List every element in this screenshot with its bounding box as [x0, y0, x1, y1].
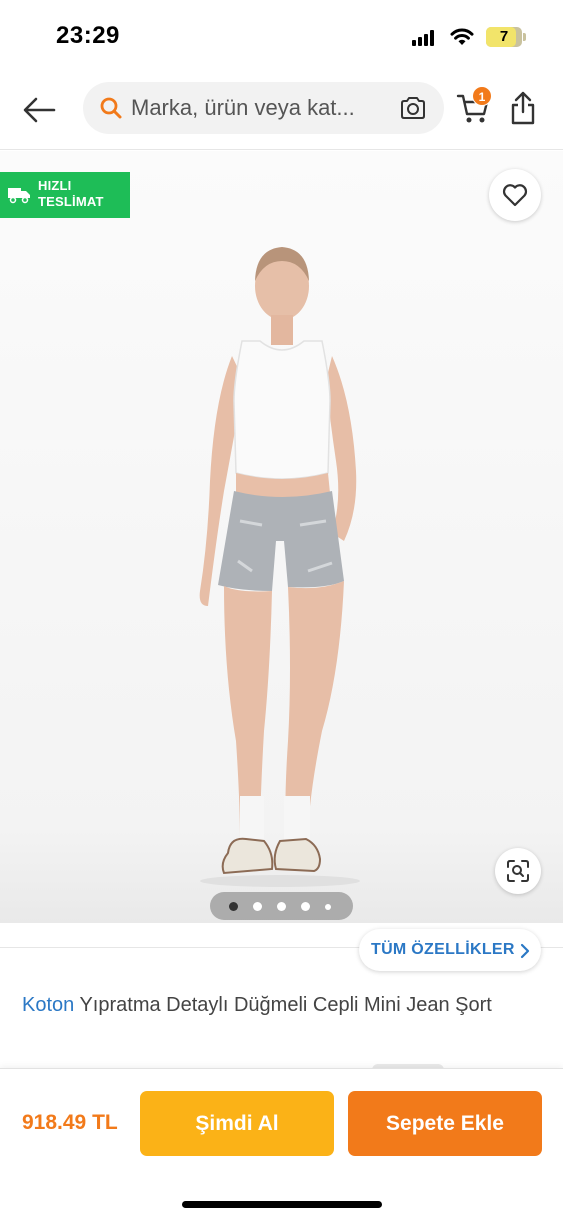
pagination-dot[interactable]	[325, 903, 331, 910]
heart-icon	[502, 184, 528, 207]
all-features-button[interactable]: TÜM ÖZELLİKLER	[359, 929, 541, 971]
search-icon	[100, 97, 122, 119]
pagination-dot[interactable]	[277, 902, 286, 911]
product-name: Yıpratma Detaylı Düğmeli Cepli Mini Jean…	[79, 994, 492, 1016]
favorite-button[interactable]	[489, 169, 541, 221]
share-icon	[511, 91, 535, 125]
battery-cap	[523, 33, 526, 41]
brand-link[interactable]: Koton	[22, 994, 74, 1016]
visual-search-button[interactable]	[495, 848, 541, 894]
home-indicator[interactable]	[182, 1201, 382, 1208]
search-input[interactable]	[131, 82, 397, 134]
back-button[interactable]	[20, 90, 60, 130]
product-image-gallery[interactable]: HIZLI TESLİMAT	[0, 151, 563, 923]
all-features-label: TÜM ÖZELLİKLER	[371, 941, 515, 958]
status-bar: 23:29 7	[0, 0, 563, 74]
search-bar[interactable]	[83, 82, 444, 134]
add-to-cart-button[interactable]: Sepete Ekle	[348, 1091, 542, 1156]
pagination-dot-active[interactable]	[229, 902, 238, 911]
delivery-truck-icon	[8, 188, 30, 204]
pagination-dot[interactable]	[301, 902, 310, 911]
purchase-bar: 918.49 TL Şimdi Al Sepete Ekle	[0, 1068, 563, 1219]
fast-delivery-line2: TESLİMAT	[38, 194, 104, 209]
image-pagination	[210, 892, 353, 920]
cellular-signal-icon	[412, 30, 438, 46]
battery-level-text: 7	[499, 28, 509, 45]
back-arrow-icon	[23, 97, 56, 123]
product-price: 918.49 TL	[22, 1111, 118, 1134]
top-navigation: 1	[0, 74, 563, 150]
battery-icon: 7	[486, 27, 522, 47]
product-photo	[199, 247, 360, 887]
scan-icon	[507, 860, 529, 882]
status-time: 23:29	[56, 22, 120, 49]
fast-delivery-line1: HIZLI	[38, 178, 72, 193]
fast-delivery-text: HIZLI TESLİMAT	[38, 178, 104, 210]
share-button[interactable]	[508, 90, 540, 128]
pagination-dot[interactable]	[253, 902, 262, 911]
camera-icon[interactable]	[399, 95, 427, 121]
product-title: Koton Yıpratma Detaylı Düğmeli Cepli Min…	[22, 992, 492, 1019]
chevron-right-icon	[520, 943, 530, 959]
fast-delivery-badge: HIZLI TESLİMAT	[0, 172, 130, 218]
wifi-icon	[450, 28, 474, 45]
buy-now-button[interactable]: Şimdi Al	[140, 1091, 334, 1156]
cart-count-badge: 1	[472, 86, 492, 106]
